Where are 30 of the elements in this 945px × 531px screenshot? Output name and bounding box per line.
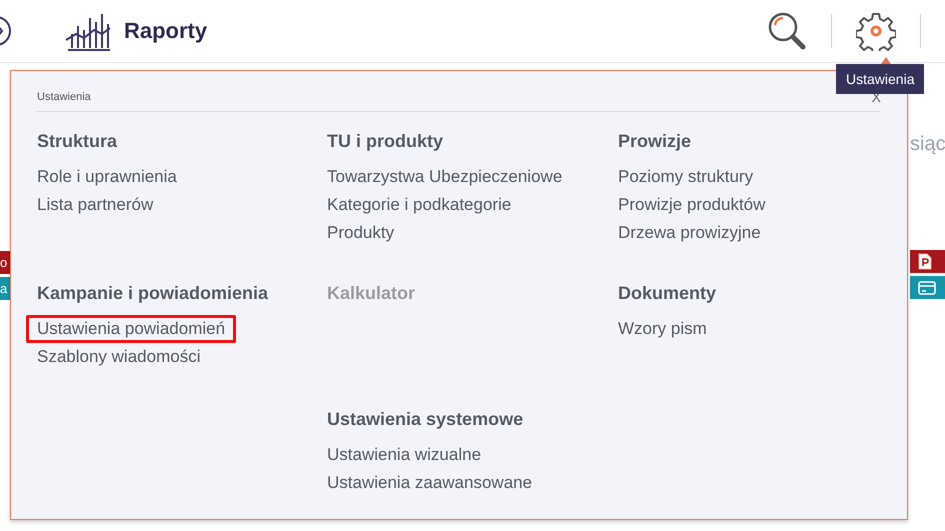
panel-title: Ustawienia — [37, 91, 91, 103]
menu-link[interactable]: Lista partnerów — [26, 191, 164, 219]
menu-link[interactable]: Kategorie i podkategorie — [316, 191, 522, 219]
page-title: Raporty — [124, 18, 208, 44]
section-heading: Kampanie i powiadomienia — [37, 282, 268, 304]
tooltip: Ustawienia — [836, 64, 924, 94]
menu-link[interactable]: Ustawienia powiadomień — [26, 315, 236, 343]
search-icon[interactable] — [767, 11, 807, 51]
section-heading: Struktura — [37, 130, 118, 152]
section-heading: Prowizje — [618, 130, 692, 152]
menu-link[interactable]: Role i uprawnienia — [26, 163, 188, 191]
section-heading: Kalkulator — [327, 282, 416, 304]
section-heading: TU i produkty — [327, 130, 443, 152]
section-heading: Dokumenty — [618, 282, 716, 304]
pdf-file-icon[interactable] — [918, 253, 932, 270]
date-label: siąc — [910, 133, 945, 156]
menu-link[interactable]: Drzewa prowizyjne — [607, 219, 772, 247]
menu-link[interactable]: Towarzystwa Ubezpieczeniowe — [316, 163, 574, 191]
button-label[interactable]: a — [0, 277, 10, 300]
menu-link[interactable]: Szablony wiadomości — [26, 343, 212, 371]
section-heading: Ustawienia systemowe — [327, 408, 524, 430]
menu-link[interactable]: Wzory pism — [607, 315, 718, 343]
card-icon[interactable] — [918, 280, 936, 294]
menu-link[interactable]: Ustawienia zaawansowane — [316, 469, 544, 497]
button-label[interactable]: o — [0, 251, 10, 274]
settings-icon[interactable] — [856, 11, 896, 51]
menu-link[interactable]: Poziomy struktury — [607, 163, 764, 191]
menu-link[interactable]: Prowizje produktów — [607, 191, 776, 219]
menu-link[interactable]: Produkty — [316, 219, 406, 247]
menu-link[interactable]: Ustawienia wizualne — [316, 441, 492, 469]
